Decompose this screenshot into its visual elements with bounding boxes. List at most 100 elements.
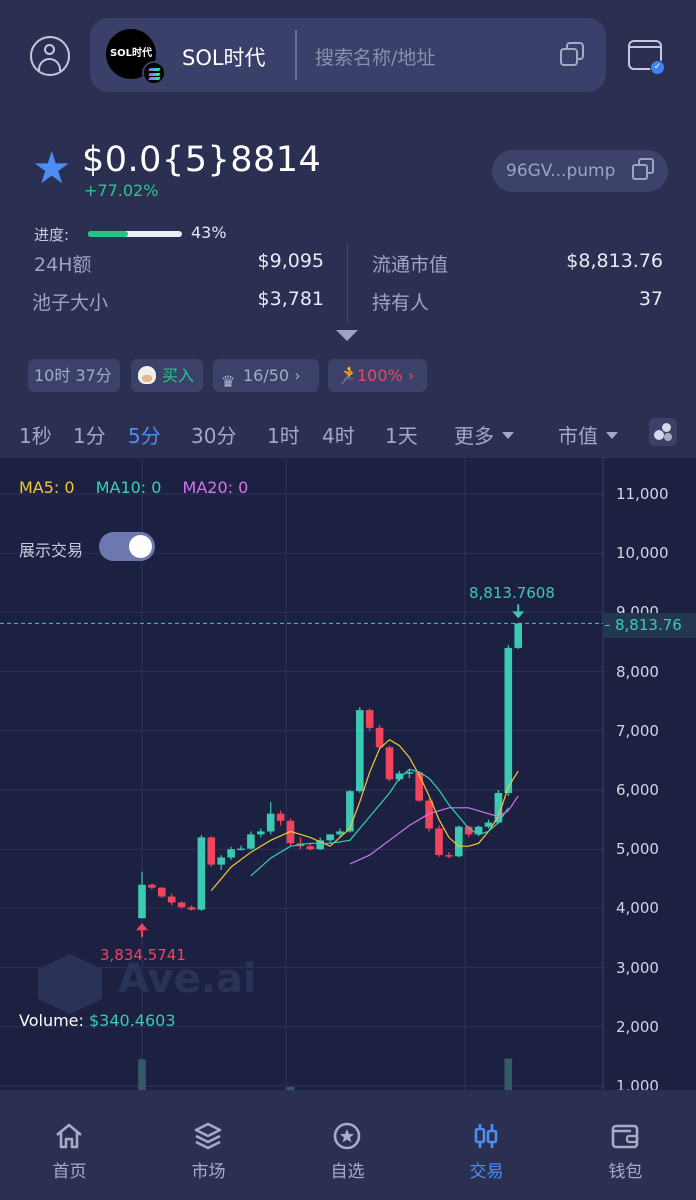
ma10-legend: MA10: 0	[95, 478, 162, 497]
y-tick-label: 1,000	[616, 1077, 659, 1090]
chart-mode-label: 市值	[558, 424, 598, 448]
market-cap-label: 流通市值	[372, 254, 449, 276]
candle-body	[237, 848, 245, 851]
stats-divider	[347, 244, 348, 322]
crown-icon: ♛	[221, 372, 236, 391]
candle-body	[148, 884, 156, 888]
dev-buy-tag[interactable]: 买入	[131, 359, 203, 392]
show-trades-label: 展示交易	[19, 541, 84, 560]
top-bar: SOL时代 SOL时代 搜索名称/地址 ✓	[0, 0, 696, 110]
y-tick-label: 7,000	[616, 721, 659, 740]
nav-trade[interactable]: 交易	[417, 1090, 556, 1200]
contract-address-chip[interactable]: 96GV...pump	[492, 150, 668, 192]
copy-address-icon[interactable]	[632, 158, 656, 182]
nav-watchlist[interactable]: 自选	[278, 1090, 417, 1200]
runner-value: 100% ›	[357, 366, 415, 385]
tab-1m[interactable]: 1分	[73, 420, 106, 449]
nav-wallet-label: 钱包	[608, 1162, 643, 1182]
chart-mode-dropdown[interactable]: 市值	[558, 420, 618, 449]
indicator-settings-icon[interactable]	[649, 418, 677, 446]
tab-5m[interactable]: 5分	[128, 420, 161, 449]
ma5-line	[210, 738, 519, 891]
tab-1s[interactable]: 1秒	[19, 420, 52, 449]
search-divider	[295, 30, 297, 80]
candle-body	[257, 831, 265, 835]
nav-market[interactable]: 市场	[139, 1090, 278, 1200]
candle-body	[514, 623, 522, 648]
candle-body	[138, 884, 146, 919]
token-price: $0.0{5}8814	[82, 140, 322, 180]
more-intervals-dropdown[interactable]: 更多	[454, 420, 514, 449]
expand-stats-icon[interactable]	[336, 330, 358, 341]
candles-icon	[474, 1124, 498, 1148]
candle-body	[217, 857, 225, 865]
y-tick-label: 2,000	[616, 1017, 659, 1036]
low-price-label: 3,834.5741	[100, 946, 186, 964]
high-marker-icon	[512, 611, 525, 619]
runner-tag[interactable]: 🏃 100% ›	[328, 359, 427, 392]
tab-1d[interactable]: 1天	[385, 420, 418, 449]
volume-bar	[138, 1059, 146, 1090]
tab-1h[interactable]: 1时	[267, 420, 300, 449]
search-input[interactable]: 搜索名称/地址	[315, 43, 435, 70]
volume-24h-value: $9,095	[257, 250, 324, 272]
token-age-tag[interactable]: 10时 37分	[28, 359, 120, 392]
candle-body	[385, 747, 394, 780]
holders-value: 37	[638, 288, 663, 310]
y-tick-label: 6,000	[616, 781, 659, 799]
ma-legend: MA5: 0 MA10: 0 MA20: 0	[19, 478, 248, 497]
progress-label: 进度:	[34, 226, 70, 244]
contract-address: 96GV...pump	[506, 161, 616, 181]
candle-body	[375, 727, 384, 748]
nav-home-label: 首页	[52, 1162, 87, 1182]
layers-icon	[194, 1122, 222, 1150]
y-tick-label: 5,000	[616, 840, 659, 859]
candle-body	[445, 855, 453, 857]
candle-body	[435, 828, 443, 856]
search-bar[interactable]: SOL时代 SOL时代 搜索名称/地址	[90, 18, 606, 92]
favorite-star-icon[interactable]: ★	[32, 147, 71, 191]
y-tick-label: 3,000	[616, 958, 659, 977]
show-trades-toggle[interactable]	[99, 532, 155, 561]
y-tick-label: 10,000	[616, 544, 669, 563]
dev-buy-label: 买入	[162, 366, 195, 385]
nav-trade-label: 交易	[469, 1162, 504, 1182]
volume-bar	[504, 1058, 513, 1090]
low-marker-icon	[136, 923, 148, 931]
volume-24h-label: 24H额	[34, 254, 92, 276]
candle-body	[336, 831, 344, 835]
ma20-legend: MA20: 0	[182, 478, 249, 497]
holders-label: 持有人	[372, 292, 430, 314]
candle-body	[306, 846, 315, 850]
candle-body	[455, 826, 463, 857]
candle-body	[326, 834, 334, 841]
progress-percent: 43%	[191, 223, 227, 242]
profile-icon[interactable]	[30, 36, 70, 76]
token-name: SOL时代	[182, 46, 266, 70]
candle-body	[356, 710, 364, 792]
top-holders-tag[interactable]: ♛ 16/50 ›	[213, 359, 319, 392]
y-tick-label: 4,000	[616, 899, 659, 918]
nav-home[interactable]: 首页	[0, 1090, 139, 1200]
candlestick-chart[interactable]: Ave.ai MA5: 0 MA10: 0 MA20: 0 展示交易 11,00…	[0, 458, 696, 1090]
nav-wallet[interactable]: 钱包	[556, 1090, 695, 1200]
volume-label: Volume: $340.4603	[19, 1011, 176, 1030]
candle-body	[365, 710, 374, 728]
candle-body	[425, 800, 433, 829]
tab-30m[interactable]: 30分	[191, 420, 236, 449]
wallet-icon	[611, 1124, 639, 1149]
solana-icon	[142, 61, 166, 85]
copy-icon[interactable]	[560, 42, 586, 68]
tab-4h[interactable]: 4时	[322, 420, 355, 449]
y-tick-label: 8,000	[616, 662, 659, 681]
candle-body	[177, 902, 186, 908]
pool-size-label: 池子大小	[32, 292, 109, 314]
y-tick-label: 11,000	[616, 485, 669, 503]
chef-avatar-icon	[138, 366, 156, 384]
home-icon	[56, 1123, 82, 1149]
chevron-down-icon	[502, 432, 514, 439]
candle-body	[167, 896, 176, 903]
high-price-label: 8,813.7608	[469, 584, 555, 602]
candle-body	[207, 837, 216, 865]
progress-bar-fill	[88, 231, 129, 237]
